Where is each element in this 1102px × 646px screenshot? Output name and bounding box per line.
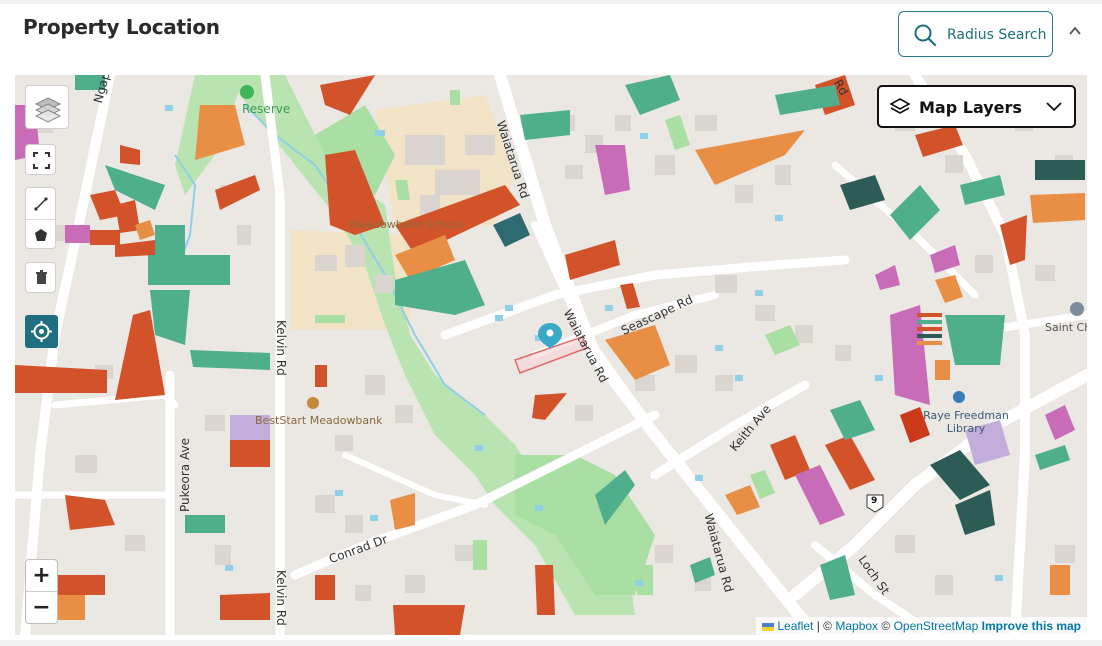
zoom-out-button[interactable]: − [26,592,57,623]
poi-label: Saint Chad's Anglican Church [1045,321,1087,334]
radius-search-label: Radius Search [947,27,1047,43]
poi-label: Meadowbank School [350,218,463,231]
layers-icon [889,98,911,114]
chevron-down-icon [1046,102,1062,112]
leaflet-flag-icon [762,622,775,631]
poi-label: Reserve [242,102,291,116]
locate-button[interactable] [25,315,58,348]
page-title: Property Location [23,15,220,39]
draw-toolbar [25,187,56,249]
route-shield-label: 9 [871,496,878,506]
mapbox-link[interactable]: Mapbox [835,619,878,633]
search-icon [914,24,937,47]
map-layers-label: Map Layers [919,98,1022,117]
trash-icon [36,270,47,284]
radius-search-button[interactable]: Radius Search [898,11,1053,57]
street-label: Kelvin Rd [274,570,288,626]
osm-link[interactable]: OpenStreetMap [894,619,979,633]
improve-map-link[interactable]: Improve this map [982,619,1081,633]
fullscreen-button[interactable] [25,144,56,175]
map-attribution: Leaflet | © Mapbox © OpenStreetMap Impro… [756,617,1087,635]
card-top-border [0,0,1102,4]
layers-icon [34,97,62,123]
crosshair-icon [31,321,52,342]
polygon-icon [34,228,47,241]
zoom-in-button[interactable]: + [26,560,57,592]
zoom-control: + − [25,559,58,624]
draw-line-button[interactable] [26,188,55,220]
base-layers-button[interactable] [25,85,69,129]
draw-polygon-button[interactable] [26,219,55,250]
poi-label: BestStart Meadowbank [255,414,383,427]
property-location-card: Property Location Radius Search Waiataru… [0,0,1102,646]
polyline-icon [33,196,48,211]
leaflet-link[interactable]: Leaflet [777,619,813,633]
street-label: Kelvin Rd [274,320,288,376]
map-view[interactable]: Ngapuhi Rd Waiatarua Rd Seascape Rd Waia… [15,75,1087,635]
attribution-sep: © [878,619,894,633]
attribution-sep: | © [813,619,836,633]
delete-shapes-button[interactable] [25,262,56,293]
fullscreen-icon [33,152,50,169]
street-label: Pukeora Ave [178,438,192,512]
map-layers-dropdown[interactable]: Map Layers [877,85,1076,128]
chevron-up-icon[interactable] [1066,22,1084,40]
card-bottom-border [0,640,1102,646]
poi-label: Raye Freedman Library [923,409,1009,435]
map-tiles [15,75,1087,635]
